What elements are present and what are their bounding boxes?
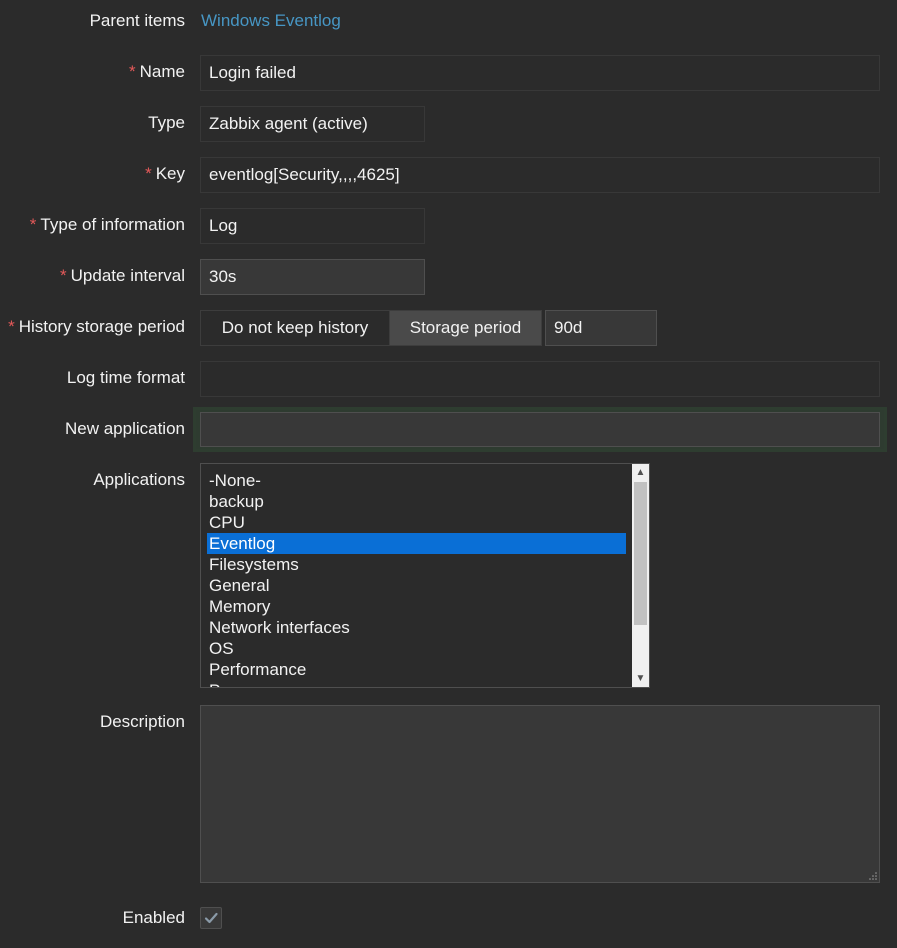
- list-item[interactable]: Memory: [201, 596, 627, 617]
- enabled-checkbox[interactable]: [200, 907, 222, 929]
- required-marker: *: [60, 266, 67, 285]
- applications-label: Applications: [93, 470, 185, 489]
- parent-item-link[interactable]: Windows Eventlog: [201, 11, 341, 31]
- list-item[interactable]: General: [201, 575, 627, 596]
- list-item[interactable]: CPU: [201, 512, 627, 533]
- list-item[interactable]: OS: [201, 638, 627, 659]
- history-storage-period-input[interactable]: [545, 310, 657, 346]
- list-item-selected[interactable]: Eventlog: [207, 533, 626, 554]
- scroll-up-icon[interactable]: ▲: [632, 464, 649, 481]
- key-label: * Key: [145, 164, 185, 183]
- scrollbar-thumb[interactable]: [634, 482, 647, 625]
- new-application-label: New application: [64, 419, 185, 438]
- do-not-keep-history-option[interactable]: Do not keep history: [200, 310, 390, 346]
- list-item[interactable]: Network interfaces: [201, 617, 627, 638]
- checkmark-icon: [204, 912, 218, 924]
- new-application-input[interactable]: [200, 412, 880, 447]
- required-marker: *: [8, 317, 15, 336]
- item-form: Parent items Windows Eventlog *Name Type…: [0, 0, 897, 948]
- scroll-down-icon[interactable]: ▼: [632, 670, 649, 687]
- required-marker: *: [29, 215, 37, 234]
- parent-items-label: Parent items: [89, 11, 185, 30]
- required-marker: *: [145, 164, 152, 183]
- update-interval-label: * Update interval: [60, 266, 185, 285]
- list-item[interactable]: Performance: [201, 659, 627, 680]
- type-label: Type: [148, 113, 185, 132]
- applications-listbox[interactable]: -None- backup CPU Eventlog Filesystems G…: [200, 463, 650, 688]
- list-item[interactable]: Filesystems: [201, 554, 627, 575]
- storage-period-option[interactable]: Storage period: [389, 310, 542, 346]
- history-storage-period-label: * History storage period: [8, 317, 185, 336]
- log-time-format-input[interactable]: [200, 361, 880, 397]
- list-item[interactable]: backup: [201, 491, 627, 512]
- type-of-information-label: * Type of information: [29, 215, 185, 234]
- key-input[interactable]: [200, 157, 880, 193]
- name-input[interactable]: [200, 55, 880, 91]
- name-label: * Name: [129, 62, 185, 81]
- list-item[interactable]: -None-: [201, 470, 627, 491]
- applications-list: -None- backup CPU Eventlog Filesystems G…: [201, 470, 631, 687]
- list-item[interactable]: Processes: [201, 680, 627, 687]
- update-interval-input[interactable]: [200, 259, 425, 295]
- type-of-information-select[interactable]: Log: [200, 208, 425, 244]
- log-time-format-label: Log time format: [66, 368, 185, 387]
- description-label: Description: [99, 712, 185, 731]
- type-select[interactable]: Zabbix agent (active): [200, 106, 425, 142]
- resize-handle-icon[interactable]: [869, 872, 877, 880]
- enabled-label: Enabled: [122, 908, 185, 927]
- description-textarea[interactable]: [200, 705, 880, 883]
- required-marker: *: [129, 62, 136, 81]
- listbox-scrollbar[interactable]: ▲ ▼: [632, 464, 649, 687]
